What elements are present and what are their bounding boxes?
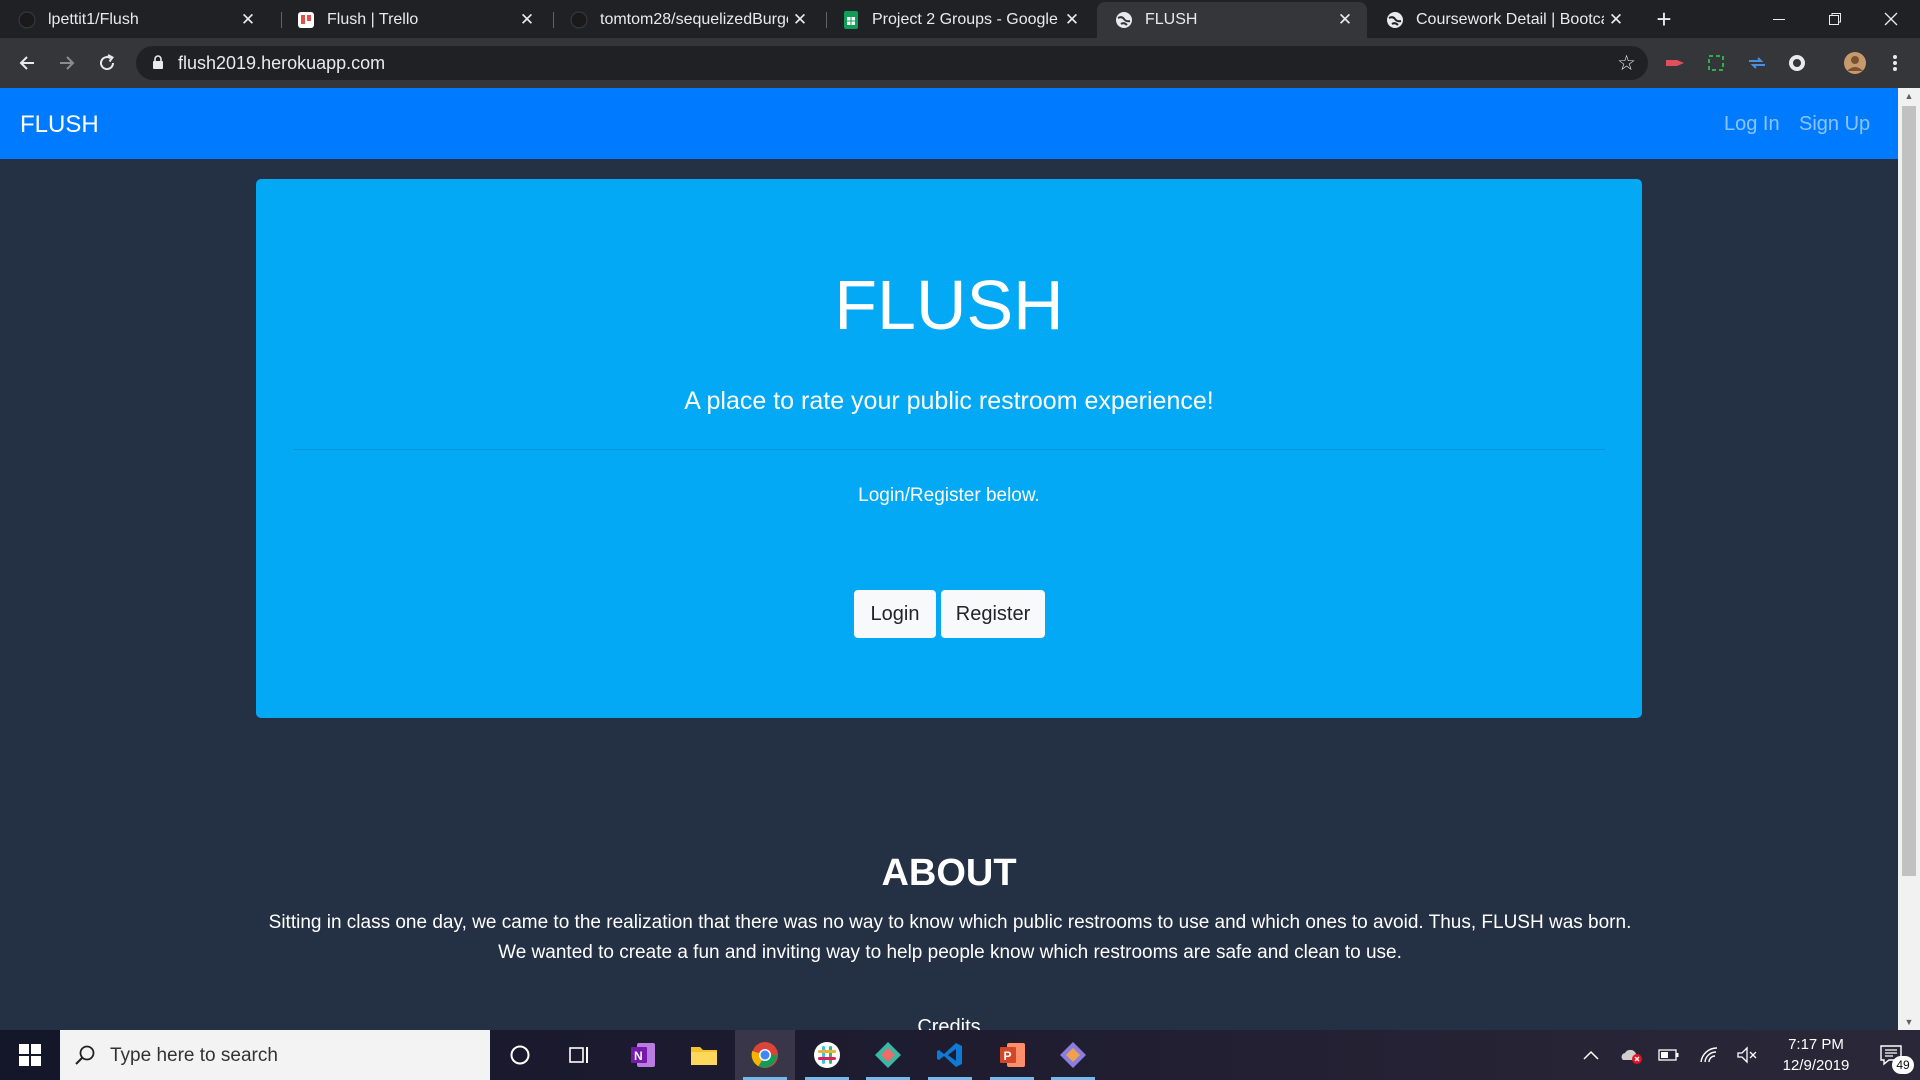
clock-date: 12/9/2019	[1782, 1057, 1850, 1074]
hero-jumbotron: FLUSH A place to rate your public restro…	[256, 179, 1642, 718]
tab-title: lpettit1/Flush	[48, 11, 139, 28]
trello-icon	[297, 11, 315, 29]
forward-button[interactable]	[52, 48, 82, 78]
back-button[interactable]	[12, 48, 42, 78]
site-navbar: FLUSH Log In Sign Up	[0, 88, 1898, 159]
register-button[interactable]: Register	[941, 590, 1045, 638]
tab-title: Coursework Detail | Bootcam	[1416, 11, 1604, 28]
tab-title: FLUSH	[1145, 11, 1198, 28]
close-icon[interactable]: ✕	[515, 10, 539, 30]
browser-tab[interactable]: lpettit1/Flush ✕	[0, 2, 270, 38]
tray-chevron-up-icon[interactable]	[1576, 1030, 1606, 1080]
about-heading: ABOUT	[881, 852, 1017, 894]
url-text[interactable]: flush2019.herokuapp.com	[178, 53, 385, 74]
screen-capture-icon[interactable]	[1705, 52, 1727, 74]
close-icon[interactable]: ✕	[1333, 10, 1357, 30]
onedrive-error-icon[interactable]	[1614, 1030, 1648, 1080]
restore-icon	[1829, 13, 1841, 25]
hero-lead: A place to rate your public restroom exp…	[684, 387, 1214, 415]
github-icon	[570, 11, 588, 29]
minimize-icon	[1773, 19, 1785, 20]
tab-title: Project 2 Groups - Google Sh	[872, 11, 1060, 28]
browser-tab[interactable]: Coursework Detail | Bootcam ✕	[1368, 2, 1638, 38]
windows-logo-icon	[19, 1044, 41, 1066]
login-button[interactable]: Login	[854, 590, 936, 638]
sheets-icon	[842, 11, 860, 29]
close-icon[interactable]: ✕	[788, 10, 812, 30]
minimize-button[interactable]	[1751, 0, 1807, 38]
back-arrow-icon	[19, 56, 34, 70]
start-button[interactable]	[0, 1030, 60, 1080]
tab-strip: lpettit1/Flush ✕ Flush | Trello ✕ tomtom…	[0, 0, 1920, 38]
navbar-signup-link[interactable]: Sign Up	[1799, 113, 1870, 136]
battery-icon[interactable]	[1653, 1030, 1685, 1080]
windows-taskbar: Type here to search N P 7:17 PM 12/9/201…	[0, 1030, 1920, 1080]
notification-count-badge: 49	[1892, 1056, 1914, 1074]
globe-icon	[1115, 11, 1133, 29]
scroll-up-arrow-icon[interactable]: ▲	[1898, 88, 1920, 104]
extension-circle-icon[interactable]	[1786, 52, 1808, 74]
wifi-icon[interactable]	[1693, 1030, 1725, 1080]
browser-tab[interactable]: tomtom28/sequelizedBurger ✕	[552, 2, 822, 38]
reload-icon	[100, 54, 115, 71]
action-center-button[interactable]: 49	[1866, 1030, 1916, 1080]
task-view-icon[interactable]	[550, 1030, 610, 1080]
gitkraken-icon[interactable]	[1043, 1030, 1103, 1080]
gitkraken-icon[interactable]	[858, 1030, 918, 1080]
restore-button[interactable]	[1807, 0, 1863, 38]
scrollbar-thumb[interactable]	[1902, 106, 1916, 876]
browser-menu-icon[interactable]	[1884, 52, 1906, 74]
close-icon[interactable]: ✕	[1060, 10, 1084, 30]
tab-title: tomtom28/sequelizedBurger	[600, 11, 788, 28]
browser-tab[interactable]: Project 2 Groups - Google Sh ✕	[824, 2, 1094, 38]
file-explorer-icon[interactable]	[674, 1030, 734, 1080]
clock-time: 7:17 PM	[1788, 1036, 1844, 1053]
close-icon[interactable]: ✕	[236, 10, 260, 30]
page-scrollbar[interactable]: ▲ ▼	[1898, 88, 1920, 1030]
extension-red-icon[interactable]	[1664, 52, 1686, 74]
browser-tab-active[interactable]: FLUSH ✕	[1097, 2, 1367, 38]
vscode-icon[interactable]	[920, 1030, 980, 1080]
taskbar-search-box[interactable]: Type here to search	[60, 1030, 490, 1080]
github-icon	[18, 11, 36, 29]
lock-icon	[152, 55, 164, 75]
volume-muted-icon[interactable]	[1731, 1030, 1763, 1080]
browser-toolbar: flush2019.herokuapp.com ☆	[0, 38, 1920, 88]
address-bar[interactable]: flush2019.herokuapp.com ☆	[136, 46, 1648, 80]
bookmark-star-icon[interactable]: ☆	[1617, 51, 1636, 76]
hero-text: Login/Register below.	[858, 485, 1040, 506]
tab-title: Flush | Trello	[327, 11, 419, 28]
navbar-brand[interactable]: FLUSH	[20, 111, 99, 139]
globe-icon	[1386, 11, 1404, 29]
svg-text:P: P	[1004, 1049, 1012, 1063]
slack-icon[interactable]	[797, 1030, 857, 1080]
forward-arrow-icon	[60, 56, 75, 70]
hero-title: FLUSH	[834, 266, 1064, 344]
hero-divider	[293, 449, 1605, 450]
search-icon	[74, 1044, 96, 1071]
system-clock[interactable]: 7:17 PM 12/9/2019	[1766, 1034, 1866, 1076]
reload-button[interactable]	[92, 48, 122, 78]
scroll-down-arrow-icon[interactable]: ▼	[1898, 1014, 1920, 1030]
profile-avatar[interactable]	[1842, 50, 1868, 76]
new-tab-button[interactable]: +	[1650, 5, 1678, 33]
close-icon[interactable]: ✕	[1604, 10, 1628, 30]
close-icon	[1884, 12, 1898, 26]
extension-arrows-icon[interactable]	[1746, 52, 1768, 74]
about-text: Sitting in class one day, we came to the…	[268, 912, 1632, 963]
cortana-icon[interactable]	[490, 1030, 550, 1080]
navbar-login-link[interactable]: Log In	[1724, 113, 1780, 136]
close-window-button[interactable]	[1863, 0, 1919, 38]
powerpoint-icon[interactable]: P	[982, 1030, 1042, 1080]
svg-text:N: N	[634, 1049, 643, 1063]
browser-tab[interactable]: Flush | Trello ✕	[279, 2, 549, 38]
onenote-icon[interactable]: N	[613, 1030, 673, 1080]
search-placeholder: Type here to search	[110, 1045, 278, 1066]
chrome-taskbar-icon[interactable]	[735, 1030, 795, 1080]
